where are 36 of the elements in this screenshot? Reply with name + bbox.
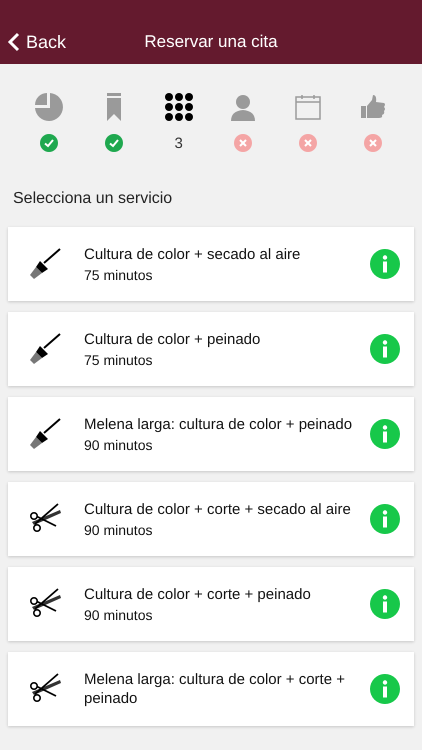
service-duration: 90 minutos [84,522,154,538]
service-duration: 90 minutos [84,607,154,623]
service-name: Cultura de color + peinado [84,330,262,349]
grid-icon[interactable] [164,92,193,122]
info-icon[interactable] [370,589,400,619]
section-heading: Selecciona un servicio [12,189,174,209]
brush-icon [28,417,62,451]
service-card[interactable]: Cultura de color + corte + secado al aire 90 minutos [8,482,414,556]
service-card[interactable]: Cultura de color + peinado 75 minutos [8,312,414,386]
service-duration: 75 minutos [84,352,154,368]
step-number: 3 [174,134,183,152]
brush-icon [28,332,62,366]
service-duration: 75 minutos [84,267,154,283]
info-icon[interactable] [370,334,400,364]
service-name: Melena larga: cultura de color + corte + peinado [84,670,346,708]
person-icon[interactable] [229,92,258,122]
info-icon[interactable] [370,249,400,279]
service-name: Cultura de color + secado al aire [84,245,302,264]
info-icon[interactable] [370,504,400,534]
service-card[interactable]: Melena larga: cultura de color + peinado 90 minutos [8,397,414,471]
service-card[interactable]: Cultura de color + secado al aire 75 minutos [8,227,414,301]
service-card[interactable]: Cultura de color + corte + peinado 90 minutos [8,567,414,641]
info-icon[interactable] [370,419,400,449]
service-card[interactable]: Melena larga: cultura de color + corte + peinado [8,652,414,726]
chevron-left-icon [8,32,20,52]
pie-chart-icon[interactable] [34,92,64,122]
bookmark-icon[interactable] [106,92,122,122]
service-duration: 90 minutos [84,437,154,453]
brush-icon [28,247,62,281]
info-icon[interactable] [370,674,400,704]
calendar-icon[interactable] [294,92,321,122]
back-button[interactable]: Back [0,32,66,52]
screen-title: Reservar una cita [144,32,278,52]
service-name: Cultura de color + corte + secado al aire [84,500,352,519]
service-name: Melena larga: cultura de color + peinado [84,415,354,434]
service-name: Cultura de color + corte + peinado [84,585,312,604]
